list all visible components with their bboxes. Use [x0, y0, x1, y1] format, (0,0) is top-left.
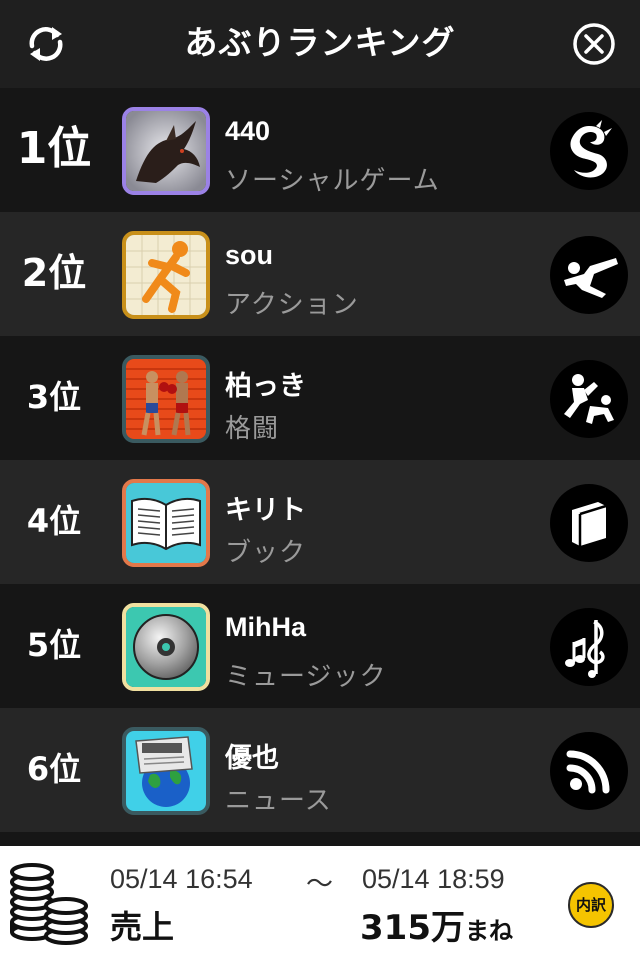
rank-label: 4位 — [26, 502, 82, 540]
user-name: MihHa — [225, 612, 306, 642]
category-label: ミュージック — [225, 662, 387, 692]
sales-amount-value: 315万 — [360, 908, 465, 948]
period-start: 05/14 16:54 — [110, 864, 253, 894]
user-name: キリト — [225, 495, 306, 525]
boxing-app-icon — [122, 355, 210, 443]
ranking-row-3[interactable]: 3位 柏っき 格闘 — [0, 336, 640, 460]
category-label: ニュース — [225, 786, 332, 816]
coin-stack-icon — [10, 863, 88, 945]
user-name: 柏っき — [225, 371, 306, 401]
user-name: 440 — [225, 116, 271, 146]
page-title: あぶりランキング — [184, 23, 456, 62]
book-icon — [550, 484, 628, 562]
sales-amount-unit: まね — [464, 917, 513, 945]
running-figure-app-icon — [122, 231, 210, 319]
category-label: ブック — [225, 538, 307, 568]
ranking-row-2[interactable]: 2位 sou アクション — [0, 212, 640, 336]
music-notes-icon — [550, 608, 628, 686]
sales-amount: 315万まね — [360, 900, 513, 949]
breakdown-button[interactable]: 内訳 — [568, 882, 614, 928]
ranking-list[interactable]: 1位 440 ソーシャルゲーム 2位 sou アクション 3位 柏っき 格闘 4… — [0, 88, 640, 846]
ranking-row-4[interactable]: 4位 キリト ブック — [0, 460, 640, 584]
rank-label: 3位 — [26, 378, 82, 416]
sales-label: 売上 — [110, 908, 175, 946]
fighting-icon — [550, 360, 628, 438]
rss-icon — [550, 732, 628, 810]
ranking-row-6[interactable]: 6位 優也 ニュース — [0, 708, 640, 832]
rank-label: 2位 — [21, 251, 87, 295]
rank-label: 5位 — [26, 626, 82, 664]
ranking-row-1[interactable]: 1位 440 ソーシャルゲーム — [0, 88, 640, 212]
sales-footer: 05/14 16:54 〜 05/14 18:59 売上 315万まね 内訳 — [0, 846, 640, 960]
close-button[interactable] — [572, 22, 616, 66]
user-name: sou — [225, 240, 274, 270]
category-label: 格闘 — [225, 414, 280, 444]
dragon-icon — [550, 112, 628, 190]
user-name: 優也 — [225, 743, 279, 773]
ranking-row-5[interactable]: 5位 MihHa ミュージック — [0, 584, 640, 708]
cd-app-icon — [122, 603, 210, 691]
ranking-row-7[interactable] — [0, 832, 640, 846]
rank-label: 6位 — [26, 750, 82, 788]
period-end: 05/14 18:59 — [362, 864, 505, 894]
category-label: アクション — [225, 290, 359, 320]
news-globe-app-icon — [122, 727, 210, 815]
kick-icon — [550, 236, 628, 314]
header-bar: あぶりランキング — [0, 0, 640, 88]
period-separator: 〜 — [306, 869, 333, 899]
dragon-app-icon — [122, 107, 210, 195]
rank-label: 1位 — [16, 123, 92, 174]
close-circle-icon — [573, 23, 615, 65]
open-book-app-icon — [122, 479, 210, 567]
category-label: ソーシャルゲーム — [225, 166, 440, 196]
